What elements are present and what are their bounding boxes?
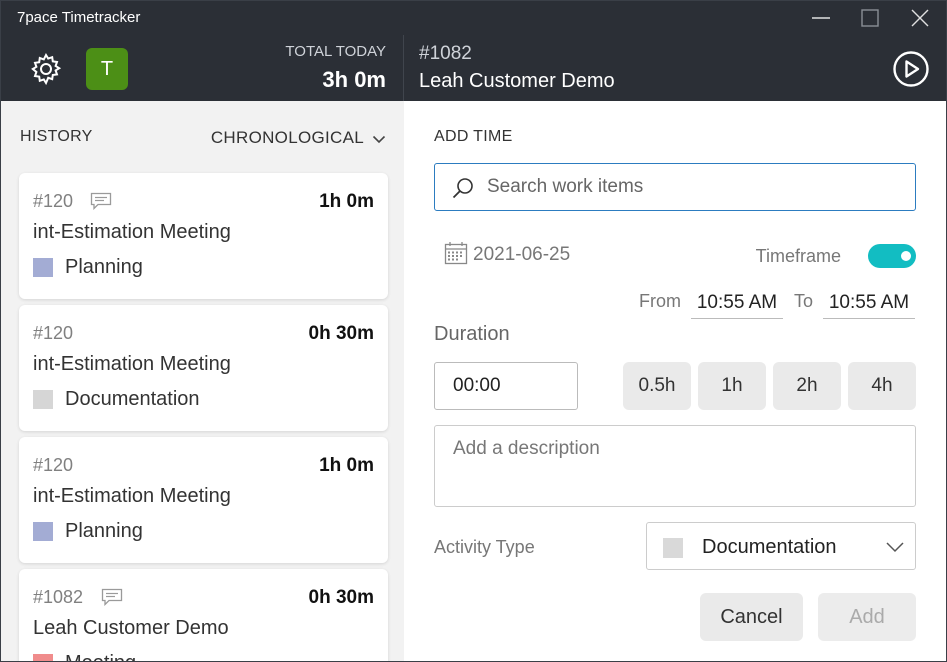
quick-duration-4h-button[interactable]: 4h [848, 362, 916, 410]
current-work-item-id: #1082 [419, 43, 472, 64]
timeframe-toggle[interactable] [868, 244, 916, 268]
entry-title: int-Estimation Meeting [33, 485, 231, 507]
duration-input[interactable]: 00:00 [434, 362, 578, 410]
comment-icon [101, 588, 123, 606]
history-label: HISTORY [20, 128, 93, 145]
search-input[interactable] [487, 172, 897, 202]
entry-duration: 1h 0m [319, 191, 374, 212]
app-window: 7pace Timetracker T TOTAL TODAY 3h 0m #1… [0, 0, 947, 662]
calendar-icon[interactable] [444, 241, 468, 265]
header-divider [403, 35, 404, 101]
entry-activity: Meeting [65, 652, 136, 661]
close-icon[interactable] [908, 7, 932, 29]
quick-duration-2h-button[interactable]: 2h [773, 362, 841, 410]
app-title: 7pace Timetracker [17, 9, 141, 26]
entry-duration: 0h 30m [308, 587, 374, 608]
timeframe-label: Timeframe [755, 246, 841, 266]
maximize-icon[interactable] [858, 7, 882, 29]
total-today-value: 3h 0m [322, 67, 386, 92]
entry-id: #120 [33, 455, 74, 475]
quick-duration-0-5h-button[interactable]: 0.5h [623, 362, 691, 410]
play-icon[interactable] [892, 50, 930, 88]
history-entry[interactable]: #1082 0h 30m Leah Customer Demo Meeting [19, 569, 388, 661]
activity-swatch [33, 522, 53, 541]
add-time-label: ADD TIME [434, 128, 513, 145]
description-field[interactable]: Add a description [434, 425, 916, 507]
duration-label: Duration [434, 323, 510, 345]
entry-title: int-Estimation Meeting [33, 221, 231, 243]
sort-label: CHRONOLOGICAL [210, 128, 364, 147]
entry-title: Leah Customer Demo [33, 617, 229, 639]
entry-id: #120 [33, 323, 74, 343]
add-time-panel: ADD TIME 2021-06-25 Timeframe From 10:55… [404, 101, 946, 661]
entry-id: #1082 [33, 587, 84, 607]
current-work-item-title: Leah Customer Demo [419, 70, 615, 92]
entry-id: #120 [33, 191, 74, 211]
activity-swatch [663, 538, 683, 558]
entry-title: int-Estimation Meeting [33, 353, 231, 375]
total-today-label: TOTAL TODAY [285, 43, 386, 60]
activity-type-select[interactable]: Documentation [646, 522, 916, 570]
minimize-icon[interactable] [809, 7, 833, 29]
activity-swatch [33, 654, 53, 661]
activity-type-value: Documentation [702, 536, 837, 558]
entry-duration: 0h 30m [308, 323, 374, 344]
date-value[interactable]: 2021-06-25 [473, 244, 570, 266]
title-bar: 7pace Timetracker [1, 1, 946, 35]
entry-activity: Planning [65, 520, 143, 542]
history-entry[interactable]: #120 1h 0m int-Estimation Meeting Planni… [19, 437, 388, 563]
sort-dropdown[interactable]: CHRONOLOGICAL [211, 128, 386, 148]
header-bar: T TOTAL TODAY 3h 0m #1082 Leah Customer … [1, 35, 946, 101]
comment-icon [90, 192, 112, 210]
entry-activity: Planning [65, 256, 143, 278]
activity-swatch [33, 258, 53, 277]
cancel-button[interactable]: Cancel [700, 593, 803, 641]
search-box[interactable] [434, 163, 916, 211]
history-panel: HISTORY CHRONOLOGICAL #120 1h 0m int-Est… [1, 101, 404, 661]
chevron-down-icon [886, 542, 904, 553]
add-button[interactable]: Add [818, 593, 916, 641]
entry-activity: Documentation [65, 388, 200, 410]
history-entry[interactable]: #120 1h 0m int-Estimation Meeting Planni… [19, 173, 388, 299]
to-time-field[interactable]: 10:55 AM [823, 289, 915, 319]
gear-icon[interactable] [29, 52, 63, 86]
entry-duration: 1h 0m [319, 455, 374, 476]
activity-swatch [33, 390, 53, 409]
caret-down-icon [372, 135, 386, 143]
toggle-knob [901, 251, 911, 261]
from-label: From [639, 291, 681, 311]
from-time-field[interactable]: 10:55 AM [691, 289, 783, 319]
history-entry[interactable]: #120 0h 30m int-Estimation Meeting Docum… [19, 305, 388, 431]
avatar[interactable]: T [86, 48, 128, 90]
search-icon [452, 178, 473, 199]
quick-duration-1h-button[interactable]: 1h [698, 362, 766, 410]
to-label: To [794, 291, 814, 311]
activity-type-label: Activity Type [434, 537, 535, 557]
